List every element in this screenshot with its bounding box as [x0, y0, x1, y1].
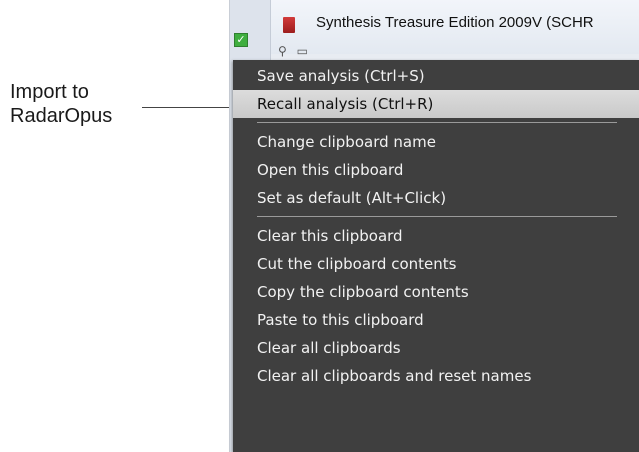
- window-title: Synthesis Treasure Edition 2009V (SCHR: [316, 14, 594, 31]
- menu-item[interactable]: Clear all clipboards: [233, 334, 639, 362]
- menu-separator: [257, 216, 617, 217]
- book-icon: [283, 17, 295, 33]
- checkbox[interactable]: ✓: [234, 33, 248, 47]
- binoculars-icon[interactable]: ⚲: [278, 44, 287, 58]
- screenshot-canvas: Import to RadarOpus ✓ Synthesis Treasure…: [0, 0, 639, 452]
- toolbar-icons: ⚲ ▭: [278, 44, 338, 58]
- callout-label: Import to RadarOpus: [10, 81, 113, 127]
- clipboard-context-menu: Save analysis (Ctrl+S) Recall analysis (C…: [233, 60, 639, 452]
- menu-item[interactable]: Save analysis (Ctrl+S): [233, 62, 639, 90]
- menu-item[interactable]: Clear this clipboard: [233, 222, 639, 250]
- clipboard-icon[interactable]: ▭: [297, 44, 308, 58]
- callout-leader-line: [142, 107, 240, 108]
- menu-item[interactable]: Clear all clipboards and reset names: [233, 362, 639, 390]
- menu-item[interactable]: Copy the clipboard contents: [233, 278, 639, 306]
- menu-item[interactable]: Paste to this clipboard: [233, 306, 639, 334]
- menu-item[interactable]: Open this clipboard: [233, 156, 639, 184]
- menu-item[interactable]: Cut the clipboard contents: [233, 250, 639, 278]
- menu-item[interactable]: Change clipboard name: [233, 128, 639, 156]
- menu-separator: [257, 122, 617, 123]
- menu-item[interactable]: Recall analysis (Ctrl+R): [233, 90, 639, 118]
- menu-item[interactable]: Set as default (Alt+Click): [233, 184, 639, 212]
